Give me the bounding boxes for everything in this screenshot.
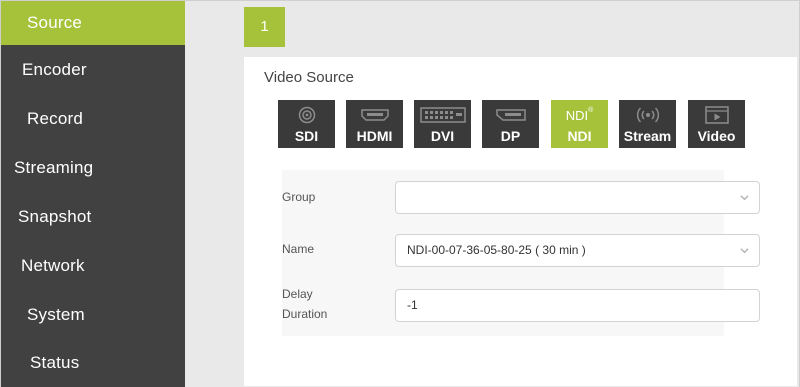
dvi-icon [414,104,471,126]
sidebar-item-streaming[interactable]: Streaming [1,146,185,190]
sidebar-item-label: Snapshot [18,207,92,226]
main-content: 1 Video Source SDI HDMI DVI DP NDI ® NDI… [185,1,799,387]
delay-duration-value: -1 [407,298,418,312]
source-label: Video [697,128,736,144]
source-button-sdi[interactable]: SDI [278,100,335,148]
sidebar-item-label: Source [27,13,83,32]
source-button-hdmi[interactable]: HDMI [346,100,403,148]
source-label: HDMI [356,128,393,144]
name-label: Name [282,242,315,256]
group-label: Group [282,190,316,204]
name-select[interactable]: NDI-00-07-36-05-80-25 ( 30 min ) [395,234,760,267]
source-label: SDI [294,128,319,144]
video-source-panel: Video Source SDI HDMI DVI DP NDI ® NDI S… [244,57,797,386]
sidebar-item-record[interactable]: Record [1,97,185,141]
sidebar-item-source[interactable]: Source [1,1,185,45]
source-button-stream[interactable]: Stream [619,100,676,148]
sidebar-item-encoder[interactable]: Encoder [1,48,185,92]
sidebar-item-snapshot[interactable]: Snapshot [1,195,185,239]
delay-duration-label: Delay Duration [282,287,328,321]
chevron-down-icon [740,248,749,254]
source-button-dvi[interactable]: DVI [414,100,471,148]
hdmi-icon [346,104,403,126]
sdi-icon [278,104,335,126]
chevron-down-icon [740,195,749,201]
stream-icon [619,104,676,126]
sidebar-item-status[interactable]: Status [1,341,185,385]
sidebar-item-label: Streaming [14,158,94,177]
source-label: DP [500,128,521,144]
source-button-video[interactable]: Video [688,100,745,148]
sidebar-item-label: Encoder [22,60,87,79]
dp-icon [482,104,539,126]
source-label: NDI [567,128,592,144]
panel-title: Video Source [264,69,354,86]
group-select[interactable] [395,181,760,214]
delay-duration-input[interactable]: -1 [395,289,760,322]
video-icon [688,104,745,126]
sidebar-item-label: Status [30,353,80,372]
source-label: Stream [623,128,672,144]
source-label: DVI [430,128,455,144]
sidebar-item-system[interactable]: System [1,293,185,337]
sidebar-item-network[interactable]: Network [1,244,185,288]
page-tab-1[interactable]: 1 [244,7,285,47]
sidebar-item-label: System [27,305,85,324]
source-button-ndi[interactable]: NDI ® NDI [551,100,608,148]
source-settings-form: Group Name NDI-00-07-36-05-80-25 ( 30 mi… [282,170,760,336]
name-select-value: NDI-00-07-36-05-80-25 ( 30 min ) [407,243,586,257]
ndi-logo-icon: NDI ® [565,106,594,123]
sidebar-item-label: Network [21,256,85,275]
source-button-dp[interactable]: DP [482,100,539,148]
sidebar: Source Encoder Record Streaming Snapshot… [1,1,185,387]
sidebar-item-label: Record [27,109,84,128]
